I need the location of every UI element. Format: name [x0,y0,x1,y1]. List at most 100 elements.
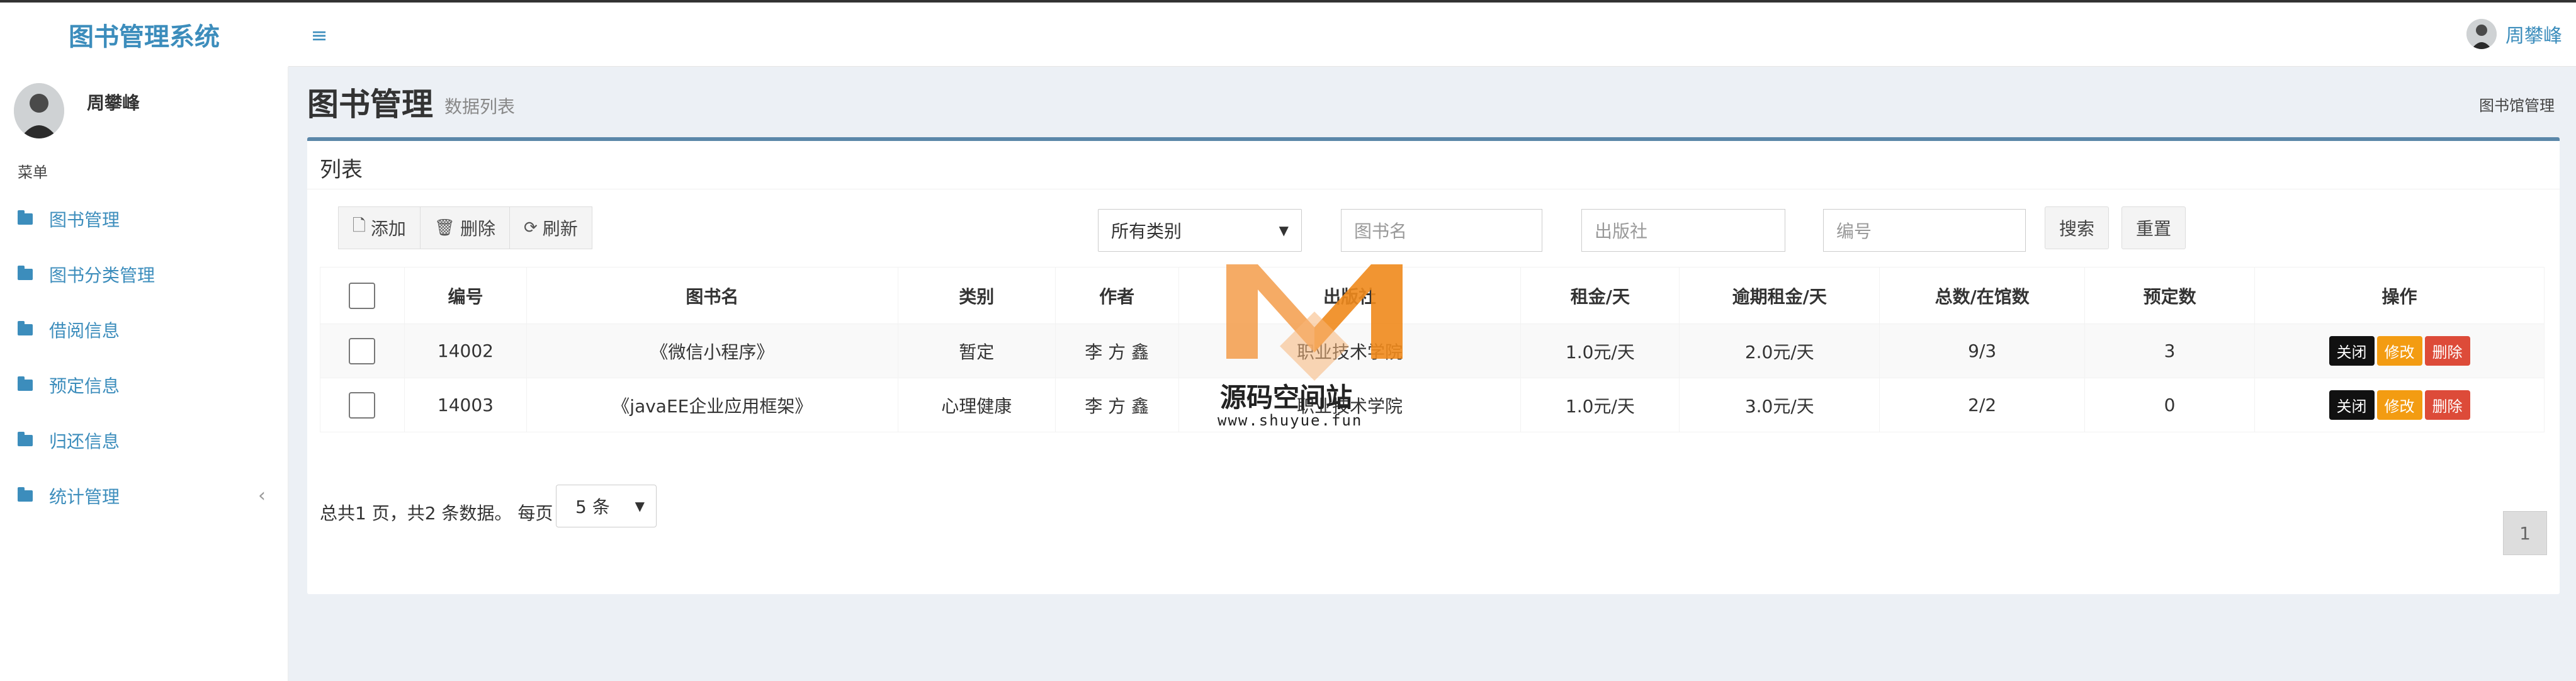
row-actions: 关闭 修改 删除 [2254,378,2545,432]
watermark-url: www.shuyue.fun [1217,412,1363,429]
delete-row-button[interactable]: 删除 [2424,390,2470,420]
table-cell: 2.0元/天 [1679,324,1880,378]
chevron-down-icon: ▼ [635,498,645,514]
column-header[interactable]: 图书名 [526,267,898,324]
sidebar-item-label: 图书管理 [49,210,120,230]
top-navbar: ≡ 周攀峰 [288,3,2576,67]
sidebar-item-book-management[interactable]: 图书管理 [0,194,288,244]
list-box: 列表 🗋 添加 🗑 删除 ⟳ 刷新 所有类别 ▼ 图书名 出版社 编号 搜索 重… [307,137,2560,594]
book-name-input[interactable]: 图书名 [1341,209,1542,252]
refresh-button[interactable]: ⟳ 刷新 [509,206,592,249]
sidebar-user-name: 周攀峰 [87,93,140,113]
column-header[interactable]: 类别 [897,267,1056,324]
folder-icon [18,376,33,391]
code-input[interactable]: 编号 [1823,209,2026,252]
menu-header: 菜单 [18,164,48,181]
avatar [14,83,64,138]
sidebar-item-label: 归还信息 [49,431,120,452]
column-header[interactable]: 编号 [404,267,527,324]
page-number-button[interactable]: 1 [2503,511,2547,555]
sidebar-item-statistics[interactable]: 统计管理 ‹ [0,471,288,521]
page-size-select[interactable]: 5 条 ▼ [556,485,657,527]
pagination-summary: 总共1 页，共2 条数据。 每页 [320,503,553,524]
refresh-button-label: 刷新 [542,218,578,239]
avatar [2466,19,2497,49]
row-checkbox[interactable] [349,391,376,419]
table-header-row: 编号 图书名 类别 作者 出版社 租金/天 逾期租金/天 总数/在馆数 预定数 … [320,267,2545,324]
table-cell: 心理健康 [897,378,1056,432]
table-row: 14002 《微信小程序》 暂定 李 方 鑫 职业技术学院 1.0元/天 2.0… [320,324,2545,378]
chevron-down-icon: ▼ [1279,223,1289,238]
reset-button[interactable]: 重置 [2121,206,2186,249]
page-title: 图书管理 [307,86,433,123]
user-panel: 周攀峰 [14,77,278,146]
category-select[interactable]: 所有类别 ▼ [1098,209,1302,252]
row-select-cell [320,378,405,432]
category-select-value: 所有类别 [1111,221,1182,242]
delete-button[interactable]: 🗑 删除 [419,206,510,249]
breadcrumb[interactable]: 图书馆管理 [2479,93,2555,115]
sidebar-item-borrow-info[interactable]: 借阅信息 [0,305,288,355]
box-title: 列表 [320,157,363,183]
sidebar: 周攀峰 菜单 图书管理 图书分类管理 借阅信息 预定信息 归还信息 统计管理 ‹ [0,67,288,681]
table-cell: 3 [2084,324,2256,378]
edit-button[interactable]: 修改 [2376,336,2422,366]
table-cell: 0 [2084,378,2256,432]
sidebar-item-label: 图书分类管理 [49,265,155,286]
column-header[interactable]: 预定数 [2084,267,2256,324]
publisher-input[interactable]: 出版社 [1581,209,1785,252]
sidebar-item-return-info[interactable]: 归还信息 [0,415,288,466]
table-cell: 9/3 [1879,324,2086,378]
nav-user-menu[interactable]: 周攀峰 [2466,19,2562,49]
column-header[interactable]: 作者 [1054,267,1179,324]
edit-button[interactable]: 修改 [2376,390,2422,420]
page-size-value: 5 条 [575,497,610,517]
toolbar-button-group: 🗋 添加 🗑 删除 ⟳ 刷新 [338,206,592,249]
folder-icon [18,210,33,225]
row-checkbox[interactable] [349,337,376,364]
folder-icon [18,266,33,280]
close-button[interactable]: 关闭 [2329,390,2375,420]
add-button[interactable]: 🗋 添加 [338,206,421,249]
table-cell: 3.0元/天 [1679,378,1880,432]
table-cell: 《javaEE企业应用框架》 [526,378,898,432]
search-button[interactable]: 搜索 [2045,206,2110,249]
folder-icon [18,487,33,502]
table-cell: 暂定 [897,324,1056,378]
column-header[interactable]: 总数/在馆数 [1879,267,2086,324]
chevron-left-icon: ‹ [258,485,266,507]
watermark-text: 源码空间站 [1220,382,1353,413]
hamburger-menu-icon[interactable]: ≡ [305,21,334,49]
table-cell: 1.0元/天 [1520,378,1680,432]
refresh-icon: ⟳ [523,218,538,237]
sidebar-item-label: 借阅信息 [49,320,120,341]
close-button[interactable]: 关闭 [2329,336,2375,366]
trash-icon: 🗑 [434,218,455,237]
column-header[interactable]: 租金/天 [1520,267,1680,324]
column-header[interactable]: 逾期租金/天 [1679,267,1880,324]
file-icon: 🗋 [353,217,366,235]
select-all-checkbox[interactable] [349,282,376,309]
nav-user-name: 周攀峰 [2505,25,2562,47]
folder-icon [18,432,33,446]
sidebar-item-label: 统计管理 [49,487,120,507]
books-table: 编号 图书名 类别 作者 出版社 租金/天 逾期租金/天 总数/在馆数 预定数 … [320,267,2545,432]
sidebar-item-reservation-info[interactable]: 预定信息 [0,360,288,410]
table-cell: 14003 [404,378,527,432]
table-row: 14003 《javaEE企业应用框架》 心理健康 李 方 鑫 职业技术学院 1… [320,378,2545,432]
delete-row-button[interactable]: 删除 [2424,336,2470,366]
app-logo[interactable]: 图书管理系统 [0,3,288,67]
select-all-cell [320,267,405,324]
table-cell: 1.0元/天 [1520,324,1680,378]
delete-button-label: 删除 [460,218,495,239]
page-subtitle: 数据列表 [444,96,516,117]
add-button-label: 添加 [370,218,406,239]
sidebar-item-label: 预定信息 [49,376,120,397]
table-cell: 李 方 鑫 [1054,324,1179,378]
table-cell: 李 方 鑫 [1054,378,1179,432]
column-header: 操作 [2254,267,2545,324]
row-select-cell [320,324,405,378]
folder-icon [18,321,33,335]
content-header: 图书管理 数据列表 图书馆管理 [307,79,2555,123]
sidebar-item-category-management[interactable]: 图书分类管理 [0,249,288,300]
